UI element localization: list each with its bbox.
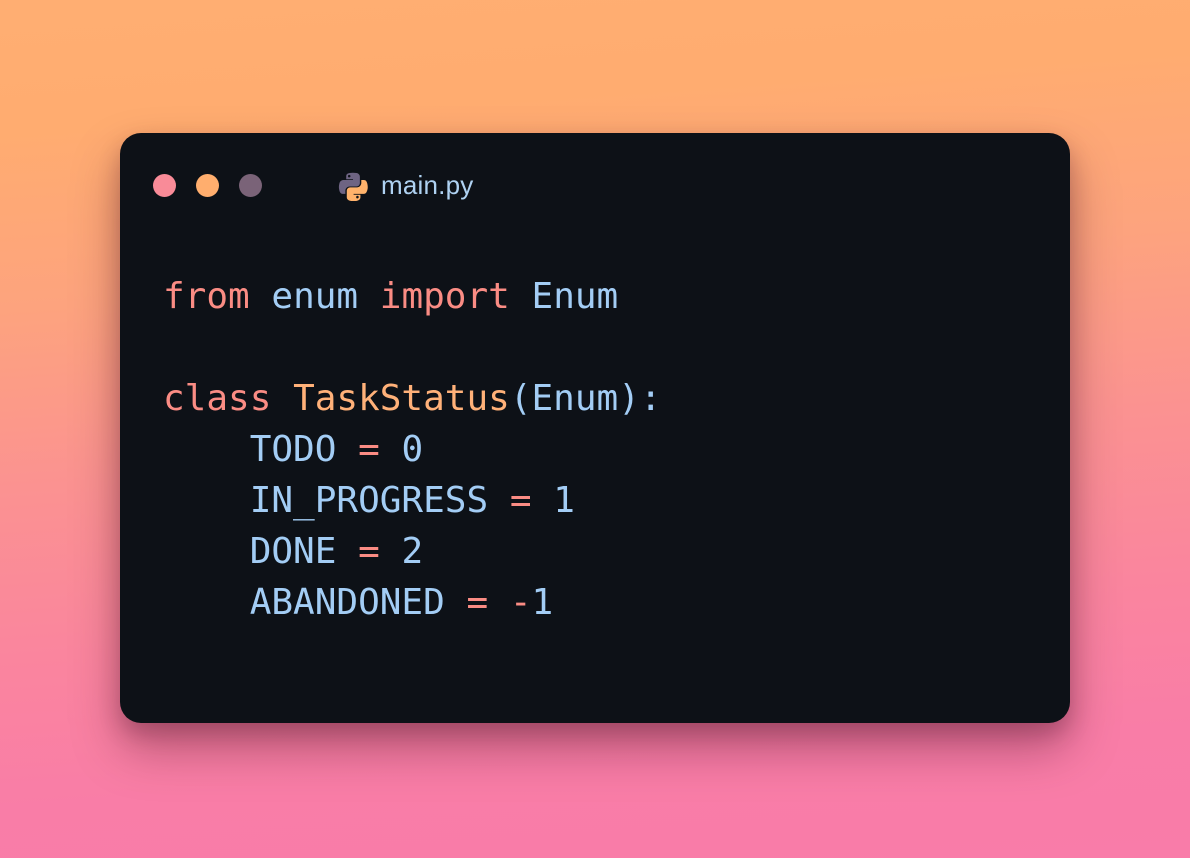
code-token: class <box>163 378 272 419</box>
code-token: TaskStatus <box>293 378 510 419</box>
file-name-label: main.py <box>381 170 474 200</box>
code-line: ABANDONED = -1 <box>163 577 1050 628</box>
code-token: = <box>358 429 380 470</box>
python-icon <box>338 171 368 201</box>
code-line: IN_PROGRESS = 1 <box>163 475 1050 526</box>
code-token: IN_PROGRESS <box>249 480 489 521</box>
code-token: = <box>509 480 532 521</box>
code-token: DONE <box>249 531 337 572</box>
code-editor-content[interactable]: from enum import Enum class TaskStatus(E… <box>163 271 1050 628</box>
code-token: ) <box>618 378 640 419</box>
code-token: = <box>358 531 380 572</box>
code-token: 1 <box>531 582 554 623</box>
code-token: from <box>163 276 250 317</box>
code-token: TODO <box>249 429 337 470</box>
code-token: = <box>466 582 489 623</box>
code-token: ABANDONED <box>249 582 445 623</box>
code-line: from enum import Enum <box>163 271 1050 322</box>
code-token: 2 <box>401 531 424 572</box>
traffic-light-buttons <box>153 174 262 197</box>
file-tab[interactable]: main.py <box>338 170 473 201</box>
window-titlebar: main.py <box>120 133 1070 238</box>
code-token: import <box>379 276 510 317</box>
code-window: main.py from enum import Enum class Task… <box>120 133 1070 723</box>
code-token: 0 <box>401 429 424 470</box>
maximize-window-button[interactable] <box>239 174 262 197</box>
gradient-backdrop: main.py from enum import Enum class Task… <box>0 0 1190 858</box>
code-line: class TaskStatus(Enum): <box>163 373 1050 424</box>
close-window-button[interactable] <box>153 174 176 197</box>
code-token: - <box>509 582 532 623</box>
code-token: ( <box>509 378 532 419</box>
minimize-window-button[interactable] <box>196 174 219 197</box>
code-line: DONE = 2 <box>163 526 1050 577</box>
code-line: TODO = 0 <box>163 424 1050 475</box>
code-token: : <box>639 378 662 419</box>
code-token: 1 <box>553 480 575 521</box>
code-token: Enum <box>531 378 619 419</box>
code-token: enum <box>271 276 359 317</box>
code-token: Enum <box>531 276 619 317</box>
